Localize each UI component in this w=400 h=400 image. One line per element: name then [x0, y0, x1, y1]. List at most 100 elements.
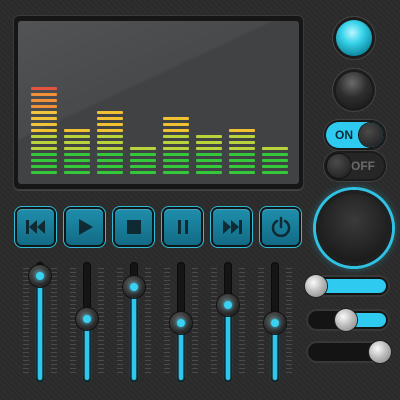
slider-thumb[interactable] [123, 276, 145, 299]
eq-segment [229, 129, 255, 132]
volume-knob[interactable] [316, 190, 392, 266]
indicator-light-on[interactable] [336, 20, 372, 56]
eq-segment [229, 135, 255, 138]
power-icon [271, 216, 290, 238]
eq-segment [97, 111, 123, 114]
eq-band-1 [31, 21, 57, 184]
stop-button[interactable] [115, 209, 152, 245]
eq-segment [262, 171, 288, 174]
eq-segment [229, 171, 255, 174]
play-button[interactable] [66, 209, 103, 245]
slider-ticks [70, 268, 76, 376]
eq-segment [229, 153, 255, 156]
eq-segment [163, 147, 189, 150]
slider-ticks [117, 268, 123, 376]
horizontal-slider-1[interactable] [305, 275, 388, 297]
slider-ticks [51, 268, 57, 376]
slider-thumb[interactable] [217, 293, 239, 316]
slider-fill [132, 287, 136, 380]
eq-segment [229, 165, 255, 168]
channel-slider-2[interactable] [76, 262, 98, 382]
toggle-off-label: OFF [351, 159, 375, 173]
eq-segment [196, 159, 222, 162]
eq-segment [163, 141, 189, 144]
slider-thumb[interactable] [305, 275, 328, 297]
eq-segment [97, 135, 123, 138]
skip-back-button[interactable] [17, 209, 54, 245]
eq-segment [64, 135, 90, 138]
eq-segment [130, 159, 156, 162]
eq-segment [97, 171, 123, 174]
eq-segment [163, 123, 189, 126]
channel-slider-6[interactable] [264, 262, 286, 382]
eq-segment [229, 159, 255, 162]
eq-segment [64, 141, 90, 144]
slider-ticks [239, 268, 245, 376]
slider-fill [226, 304, 230, 380]
eq-segment [262, 165, 288, 168]
eq-segment [130, 147, 156, 150]
toggle-switch-off[interactable]: OFF [326, 153, 384, 179]
horizontal-slider-2[interactable] [308, 309, 388, 331]
eq-segment [196, 171, 222, 174]
horizontal-slider-3[interactable] [308, 341, 391, 363]
slider-ticks [23, 268, 29, 376]
eq-segment [31, 147, 57, 150]
eq-segment [31, 141, 57, 144]
slider-thumb[interactable] [334, 309, 357, 331]
eq-band-4 [130, 21, 156, 184]
eq-segment [97, 153, 123, 156]
eq-segment [196, 141, 222, 144]
eq-segment [130, 165, 156, 168]
eq-segment [130, 153, 156, 156]
eq-segment [31, 117, 57, 120]
channel-slider-4[interactable] [170, 262, 192, 382]
eq-segment [64, 153, 90, 156]
eq-segment [31, 99, 57, 102]
eq-segment [196, 165, 222, 168]
screen-glare [18, 21, 299, 184]
channel-slider-5[interactable] [217, 262, 239, 382]
eq-segment [31, 129, 57, 132]
eq-segment [31, 171, 57, 174]
eq-segment [262, 153, 288, 156]
eq-segment [64, 165, 90, 168]
power-button[interactable] [262, 209, 299, 245]
slider-thumb[interactable] [368, 341, 391, 363]
eq-band-5 [163, 21, 189, 184]
pause-button[interactable] [164, 209, 201, 245]
eq-segment [163, 159, 189, 162]
slider-thumb[interactable] [29, 264, 51, 287]
eq-band-6 [196, 21, 222, 184]
eq-segment [31, 87, 57, 90]
eq-segment [31, 135, 57, 138]
eq-segment [196, 135, 222, 138]
indicator-light-off[interactable] [336, 72, 372, 108]
eq-segment [97, 159, 123, 162]
eq-segment [262, 159, 288, 162]
eq-segment [229, 141, 255, 144]
eq-segment [64, 171, 90, 174]
eq-segment [31, 93, 57, 96]
channel-slider-1[interactable] [29, 262, 51, 382]
eq-segment [163, 165, 189, 168]
eq-segment [229, 147, 255, 150]
slider-ticks [145, 268, 151, 376]
pause-icon [177, 220, 188, 234]
toggle-on-label: ON [335, 128, 353, 142]
toggle-switch-on[interactable]: ON [326, 122, 384, 148]
eq-segment [163, 129, 189, 132]
eq-band-7 [229, 21, 255, 184]
channel-slider-3[interactable] [123, 262, 145, 382]
slider-thumb[interactable] [170, 312, 192, 335]
eq-segment [31, 153, 57, 156]
toggle-knob [327, 154, 351, 178]
slider-thumb[interactable] [76, 307, 98, 330]
eq-band-8 [262, 21, 288, 184]
eq-segment [196, 147, 222, 150]
slider-ticks [211, 268, 217, 376]
slider-thumb[interactable] [264, 312, 286, 335]
skip-forward-button[interactable] [213, 209, 250, 245]
eq-segment [31, 111, 57, 114]
eq-segment [64, 129, 90, 132]
